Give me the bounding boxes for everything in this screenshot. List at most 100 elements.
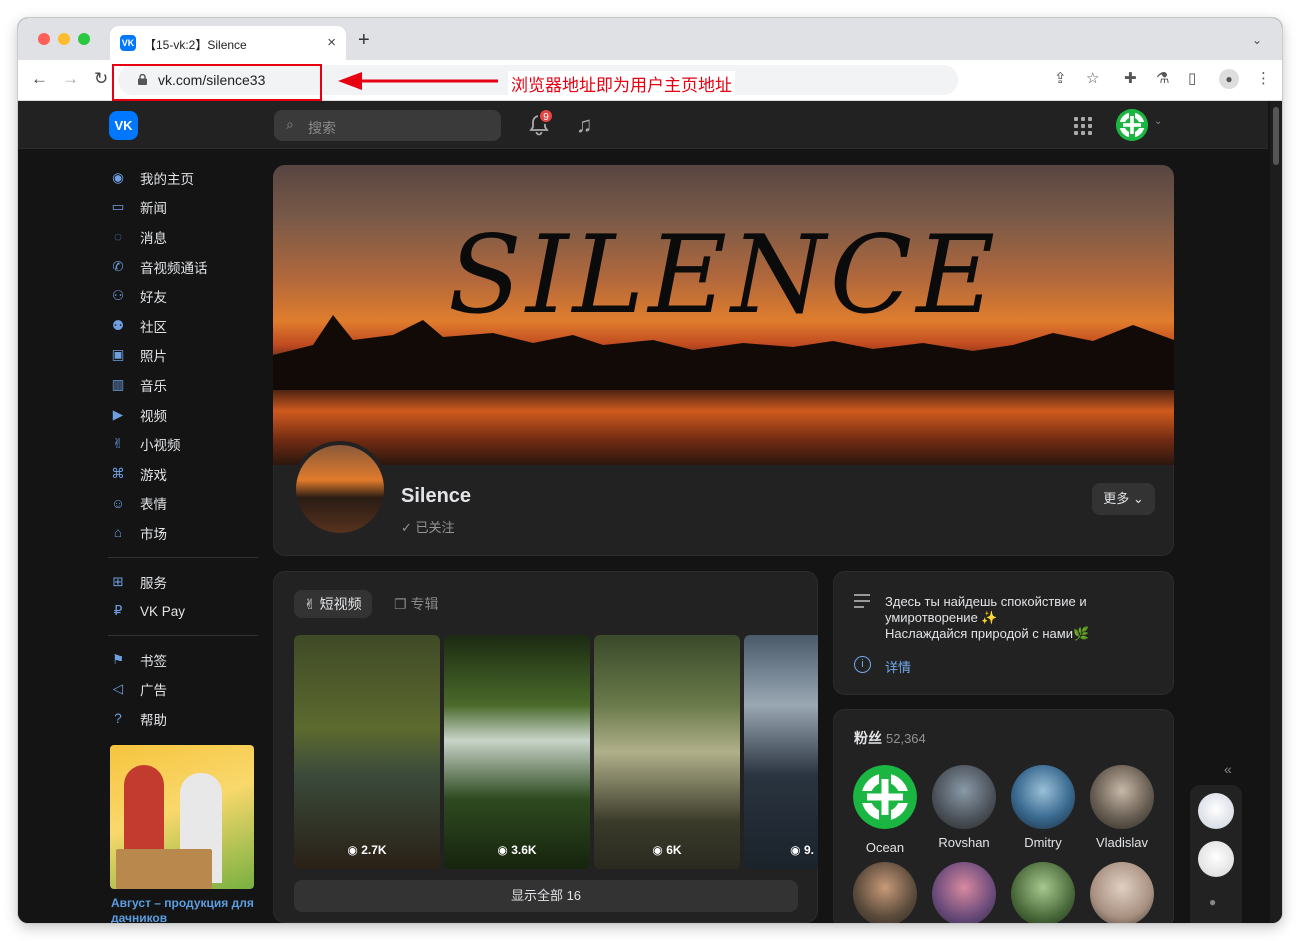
friends-icon: ⚇	[111, 288, 125, 304]
side-panel-icon[interactable]: ▯	[1188, 69, 1196, 89]
page-scrollbar[interactable]	[1270, 101, 1282, 923]
help-icon: ?	[114, 711, 122, 727]
sidebar-item-bookmarks[interactable]: ⚑ 书签	[108, 645, 268, 675]
scrollbar-thumb[interactable]	[1273, 107, 1279, 165]
follower-name: Ocean	[865, 840, 905, 855]
sidebar-item-friends[interactable]: ⚇ 好友	[108, 281, 268, 311]
search-icon: ⌕	[286, 116, 294, 132]
follower-avatar	[853, 765, 917, 829]
tab-label: 专辑	[410, 596, 439, 612]
show-all-button[interactable]: 显示全部 16	[294, 880, 798, 912]
chevron-down-icon[interactable]: ⌄	[1154, 116, 1162, 127]
checkmark-icon: ✓	[401, 520, 416, 535]
sidebar-item-label: 广告	[140, 683, 167, 699]
sidebar-item-stickers[interactable]: ☺ 表情	[108, 489, 268, 519]
tab-close-icon[interactable]: ×	[327, 34, 336, 51]
labs-flask-icon[interactable]: ⚗	[1156, 69, 1169, 89]
sidebar-item-market[interactable]: ⌂ 市场	[108, 518, 268, 548]
vk-page: VK ⌕ 搜索 9 ♫ ⌄ ◉ 我的主页 ▭ 新闻 ◌ 消息 ✆ 音视频通话 ⚇…	[18, 101, 1282, 923]
bookmark-star-icon[interactable]: ☆	[1086, 69, 1099, 89]
clip-tile[interactable]: ◉ 3.6K	[444, 635, 590, 869]
sidebar-item-photos[interactable]: ▣ 照片	[108, 341, 268, 371]
forward-arrow-icon[interactable]: →	[62, 69, 79, 89]
browser-menu-icon[interactable]: ⋮	[1256, 69, 1271, 89]
album-icon: ❐	[394, 596, 411, 612]
description-line: Наслаждайся природой с нами🌿	[885, 626, 1090, 641]
tab-search-chevron-icon[interactable]: ⌄	[1252, 33, 1262, 47]
communities-icon: ⚉	[111, 317, 125, 333]
followers-title[interactable]: 粉丝 52,364	[854, 728, 926, 748]
apps-grid-icon[interactable]	[1074, 117, 1092, 135]
new-tab-icon[interactable]: +	[358, 30, 370, 50]
reload-icon[interactable]: ↻	[94, 69, 108, 89]
more-button[interactable]: 更多 ⌄	[1092, 483, 1155, 515]
browser-tab[interactable]: VK 【15-vk:2】Silence ×	[110, 26, 346, 60]
close-window-button[interactable]	[38, 33, 50, 45]
user-avatar[interactable]	[1116, 109, 1148, 141]
sidebar-divider	[108, 634, 258, 636]
more-button-label: 更多	[1103, 491, 1130, 506]
sidebar-item-video[interactable]: ▶ 视频	[108, 400, 268, 430]
services-icon: ⊞	[112, 573, 124, 589]
sidebar-item-calls[interactable]: ✆ 音视频通话	[108, 252, 268, 282]
info-icon: i	[854, 656, 871, 673]
chat-bubble-icon[interactable]: ●	[1209, 895, 1216, 909]
sidebar-item-vkpay[interactable]: ₽ VK Pay	[108, 596, 268, 626]
sidebar-item-music[interactable]: ▥ 音乐	[108, 370, 268, 400]
sidebar-item-label: 视频	[140, 408, 167, 424]
details-link[interactable]: 详情	[885, 657, 911, 676]
sidebar-item-clips[interactable]: ✌ 小视频	[108, 429, 268, 459]
sidebar-item-help[interactable]: ? 帮助	[108, 704, 268, 734]
follow-status[interactable]: ✓ 已关注	[401, 517, 455, 536]
follower-item[interactable]: Ocean	[853, 765, 917, 855]
vk-logo[interactable]: VK	[109, 111, 138, 140]
chat-avatar[interactable]	[1198, 793, 1234, 829]
clip-tile[interactable]: ◉ 2.7K	[294, 635, 440, 869]
views-label: 3.6K	[511, 843, 537, 857]
share-icon[interactable]: ⇪	[1054, 69, 1067, 89]
tab-albums[interactable]: ❐ 专辑	[384, 590, 448, 618]
promo-text[interactable]: Август – продукция для дачников	[111, 896, 261, 923]
sidebar-item-profile[interactable]: ◉ 我的主页	[108, 163, 268, 193]
sidebar-item-messages[interactable]: ◌ 消息	[108, 222, 268, 252]
minimize-window-button[interactable]	[58, 33, 70, 45]
promo-vegetable-crate	[116, 849, 212, 889]
stickers-icon: ☺	[111, 495, 125, 511]
follower-item[interactable]	[1090, 862, 1154, 923]
back-arrow-icon[interactable]: ←	[31, 69, 48, 89]
follower-item[interactable]	[1011, 862, 1075, 923]
follower-item[interactable]	[853, 862, 917, 923]
follower-name: Dmitry	[1024, 835, 1062, 850]
sidebar-item-label: 好友	[140, 290, 167, 306]
phone-icon: ✆	[112, 258, 124, 274]
follower-item[interactable]: Dmitry	[1011, 765, 1075, 850]
clip-tile[interactable]: ◉ 6K	[594, 635, 740, 869]
follower-item[interactable]: Vladislav	[1090, 765, 1154, 850]
follower-item[interactable]: Rovshan	[932, 765, 996, 850]
views-label: 2.7K	[361, 843, 387, 857]
news-icon: ▭	[111, 199, 125, 215]
sidebar-item-services[interactable]: ⊞ 服务	[108, 567, 268, 597]
chat-avatar[interactable]	[1198, 841, 1234, 877]
annotation-arrow-icon	[338, 72, 498, 90]
music-icon[interactable]: ♫	[576, 112, 593, 138]
browser-profile-avatar-icon[interactable]: ●	[1219, 69, 1239, 89]
sidebar-item-games[interactable]: ⌘ 游戏	[108, 459, 268, 489]
search-input[interactable]: ⌕ 搜索	[274, 110, 501, 141]
sidebar-item-communities[interactable]: ⚉ 社区	[108, 311, 268, 341]
profile-avatar[interactable]	[292, 441, 388, 537]
maximize-window-button[interactable]	[78, 33, 90, 45]
tab-clips[interactable]: ✌ 短视频	[294, 590, 372, 618]
collapse-chats-icon[interactable]: «	[1224, 761, 1232, 777]
cover-title-text: SILENCE	[447, 213, 1000, 338]
clip-tile[interactable]: ◉ 9.	[744, 635, 818, 869]
sidebar-item-label: 表情	[140, 497, 167, 513]
follower-item[interactable]	[932, 862, 996, 923]
games-icon: ⌘	[111, 465, 125, 481]
sidebar-item-news[interactable]: ▭ 新闻	[108, 193, 268, 223]
notification-badge: 9	[538, 108, 554, 124]
promo-banner-image[interactable]	[110, 745, 254, 889]
extensions-puzzle-icon[interactable]: ✚	[1124, 69, 1137, 89]
sidebar-item-ads[interactable]: ◁ 广告	[108, 675, 268, 705]
follower-avatar	[1090, 862, 1154, 923]
